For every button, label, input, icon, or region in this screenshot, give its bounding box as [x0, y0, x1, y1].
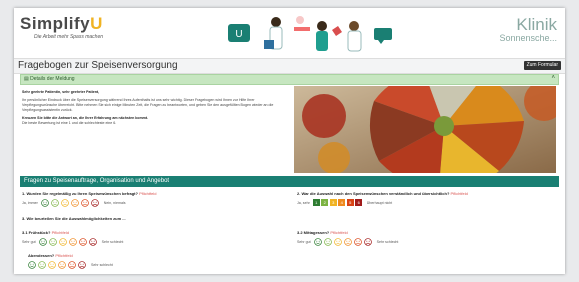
question-1: 1. Wurden Sie regelmäßig zu Ihren Speise…	[22, 191, 156, 196]
question-1-scale: Ja, immer Nein, niemals	[22, 199, 129, 207]
face-sad-icon[interactable]	[68, 261, 76, 269]
required-marker: Pflichtfeld	[450, 191, 468, 196]
required-marker: Pflichtfeld	[51, 230, 69, 235]
scale-left-label: Sehr gut	[297, 240, 311, 244]
face-very-sad-icon[interactable]	[363, 238, 372, 246]
svg-text:U: U	[235, 29, 242, 40]
question-3-2: 3.2 Mittagessen? Pflichtfeld	[297, 230, 348, 235]
page-title: Fragebogen zur Speisenversorgung	[18, 60, 178, 71]
face-very-happy-icon[interactable]	[40, 199, 49, 207]
details-label: ▤ Details der Meldung	[24, 76, 75, 82]
greeting: Sehr geehrte Patientin, sehr geehrter Pa…	[22, 90, 100, 94]
scale-right-label: Überhaupt nicht	[366, 200, 393, 205]
face-sad-icon[interactable]	[78, 238, 87, 246]
face-happy-icon[interactable]	[50, 199, 59, 207]
face-very-happy-icon[interactable]	[28, 261, 36, 269]
grade-5-button[interactable]: 5	[346, 199, 354, 206]
face-very-sad-icon[interactable]	[78, 261, 86, 269]
required-marker: Pflichtfeld	[139, 191, 157, 196]
to-form-button[interactable]: Zum Formular	[523, 61, 561, 70]
grade-4-button[interactable]: 4	[338, 199, 346, 206]
face-sad-icon[interactable]	[353, 238, 362, 246]
question-2-scale: Ja, sehr 1 2 3 4 5 6 Überhaupt nicht	[297, 199, 395, 206]
scale-right-label: Sehr schlecht	[101, 240, 124, 244]
scale-right-label: Sehr schlecht	[376, 240, 399, 244]
face-happy-icon[interactable]	[48, 238, 57, 246]
instruction-bold: Kreuzen Sie bitte die Antwort an, die Ih…	[22, 116, 149, 120]
details-accordion-header[interactable]: ▤ Details der Meldung ˄	[20, 74, 559, 85]
chevron-up-icon[interactable]: ˄	[551, 75, 555, 81]
grading-hint: Die beste Bewertung ist eine 1 und die s…	[22, 121, 117, 125]
face-slightly-sad-icon[interactable]	[68, 238, 77, 246]
scale-left-label: Ja, immer	[22, 201, 38, 205]
question-3-label: 3. Wie beurteilen Sie die Auswahlmöglich…	[22, 216, 126, 221]
brand-name: Simplify	[20, 14, 91, 33]
face-very-happy-icon[interactable]	[38, 238, 47, 246]
face-sad-icon[interactable]	[80, 199, 89, 207]
grade-2-button[interactable]: 2	[321, 199, 329, 206]
face-very-sad-icon[interactable]	[88, 238, 97, 246]
scale-right-label: Nein, niemals	[103, 201, 126, 205]
intro-paragraph: Ihr persönlicher Eindruck über die Speis…	[22, 98, 274, 112]
scale-right-label: Sehr schlecht	[91, 263, 113, 267]
grade-3-button[interactable]: 3	[329, 199, 337, 206]
required-marker: Pflichtfeld	[330, 230, 348, 235]
section-title: Fragen zu Speisenauftrage, Organisation …	[24, 178, 170, 184]
page-header: SimplifyU Die Arbeit mehr Spass machen U…	[14, 8, 565, 58]
brand-accent: U	[90, 14, 103, 33]
klinik-name: Klinik	[516, 15, 557, 34]
klinik-subname: Sonnensche...	[499, 33, 557, 43]
healthcare-banner-illustration: U	[228, 16, 392, 52]
face-neutral-icon[interactable]	[58, 238, 67, 246]
face-very-happy-icon[interactable]	[313, 238, 322, 246]
question-3-1: 3.1 Frühstück? Pflichtfeld	[22, 230, 69, 235]
brand-tagline: Die Arbeit mehr Spass machen	[34, 34, 104, 40]
scale-left-label: Ja, sehr	[297, 200, 310, 205]
question-3-1-scale: Sehr gut Sehr schlecht	[22, 238, 126, 246]
section-header: Fragen zu Speisenauftrage, Organisation …	[20, 176, 559, 187]
spices-photo	[294, 86, 556, 173]
question-1-label: 1. Wurden Sie regelmäßig zu Ihren Speise…	[22, 191, 138, 196]
question-3-3-scale: Sehr schlecht	[28, 261, 116, 269]
face-neutral-icon[interactable]	[60, 199, 69, 207]
details-label-text: Details der Meldung	[30, 76, 75, 82]
question-3: 3. Wie beurteilen Sie die Auswahlmöglich…	[22, 216, 126, 221]
simplifyu-logo[interactable]: SimplifyU Die Arbeit mehr Spass machen	[20, 14, 103, 40]
question-3-3-label: Abendessen?	[28, 253, 55, 258]
face-neutral-icon[interactable]	[333, 238, 342, 246]
face-slightly-sad-icon[interactable]	[58, 261, 66, 269]
grade-6-button[interactable]: 6	[355, 199, 363, 206]
face-slightly-sad-icon[interactable]	[343, 238, 352, 246]
form-sheet: SimplifyU Die Arbeit mehr Spass machen U…	[14, 8, 565, 274]
question-3-2-scale: Sehr gut Sehr schlecht	[297, 238, 401, 246]
required-marker: Pflichtfeld	[55, 253, 73, 258]
question-3-3: Abendessen? Pflichtfeld	[28, 253, 73, 258]
question-2: 2. War die Auswahl nach den Speisenwünsc…	[297, 191, 468, 196]
face-very-sad-icon[interactable]	[90, 199, 99, 207]
klinik-logo[interactable]: Klinik Sonnensche...	[499, 16, 557, 43]
page-title-bar: Fragebogen zur Speisenversorgung Zum For…	[14, 58, 565, 74]
face-happy-icon[interactable]	[38, 261, 46, 269]
grade-1-button[interactable]: 1	[312, 199, 320, 206]
question-3-2-label: 3.2 Mittagessen?	[297, 230, 330, 235]
face-happy-icon[interactable]	[323, 238, 332, 246]
face-neutral-icon[interactable]	[48, 261, 56, 269]
question-3-1-label: 3.1 Frühstück?	[22, 230, 51, 235]
face-slightly-sad-icon[interactable]	[70, 199, 79, 207]
question-2-label: 2. War die Auswahl nach den Speisenwünsc…	[297, 191, 450, 196]
intro-text: Sehr geehrte Patientin, sehr geehrter Pa…	[22, 90, 284, 129]
scale-left-label: Sehr gut	[22, 240, 36, 244]
